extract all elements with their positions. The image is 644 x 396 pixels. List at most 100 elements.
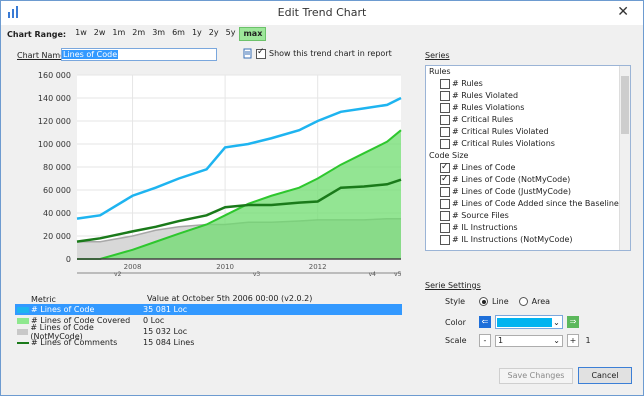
y-tick-label: 120 000 bbox=[38, 117, 71, 126]
series-item[interactable]: # Critical Rules Violations bbox=[426, 138, 630, 150]
series-item-checkbox[interactable] bbox=[440, 223, 450, 233]
series-item-label: # Rules bbox=[452, 79, 483, 88]
scale-row: Scale - 1 ⌄ + 1 bbox=[445, 334, 593, 347]
scale-plus-button[interactable]: + bbox=[567, 334, 579, 347]
color-prev-icon[interactable]: ⇐ bbox=[479, 316, 491, 328]
series-title: Series bbox=[425, 51, 450, 60]
series-group-header: Code Size bbox=[429, 151, 469, 160]
series-item-label: # Lines of Code Added since the Baseline bbox=[452, 199, 619, 208]
color-row: Color ⇐ ⌄ ⇒ bbox=[445, 315, 579, 329]
series-item-checkbox[interactable] bbox=[440, 115, 450, 125]
series-item-checkbox[interactable] bbox=[440, 187, 450, 197]
close-icon[interactable]: ✕ bbox=[617, 4, 629, 20]
legend-metric-value: 15 084 Lines bbox=[143, 338, 195, 347]
legend-swatch bbox=[17, 306, 29, 313]
x-tick-label: 2008 bbox=[124, 263, 142, 271]
style-area-radio[interactable] bbox=[518, 297, 528, 306]
title-bar: Edit Trend Chart ✕ bbox=[1, 1, 643, 25]
series-item[interactable]: # Lines of Code (JustMyCode) bbox=[426, 186, 630, 198]
series-item[interactable]: # Rules Violations bbox=[426, 102, 630, 114]
series-item-checkbox[interactable] bbox=[440, 235, 450, 245]
style-line-radio[interactable] bbox=[479, 297, 488, 306]
series-item-checkbox[interactable] bbox=[440, 173, 450, 185]
series-item[interactable]: # Lines of Code Added since the Baseline bbox=[426, 198, 630, 210]
series-item[interactable]: # Rules Violated bbox=[426, 90, 630, 102]
series-item-checkbox[interactable] bbox=[440, 139, 450, 149]
series-item-label: # Critical Rules bbox=[452, 115, 514, 124]
range-option[interactable]: max bbox=[239, 27, 267, 41]
report-icon bbox=[243, 48, 252, 59]
range-option[interactable]: 1y bbox=[189, 27, 205, 39]
legend-row[interactable]: # Lines of Code (NotMyCode) 15 032 Loc bbox=[15, 323, 402, 341]
series-item-checkbox[interactable] bbox=[440, 91, 450, 101]
series-item-checkbox[interactable] bbox=[440, 103, 450, 113]
window-title: Edit Trend Chart bbox=[277, 6, 367, 19]
series-item-label: # Lines of Code bbox=[452, 163, 516, 172]
range-option[interactable]: 2y bbox=[206, 27, 222, 39]
style-line-label: Line bbox=[492, 297, 509, 306]
y-tick-label: 40 000 bbox=[43, 209, 71, 218]
series-item[interactable]: # Critical Rules Violated bbox=[426, 126, 630, 138]
color-label: Color bbox=[445, 317, 466, 327]
style-row: Style Line Area bbox=[445, 297, 550, 306]
save-changes-button[interactable]: Save Changes bbox=[499, 368, 573, 384]
series-item[interactable]: # IL Instructions bbox=[426, 222, 630, 234]
series-item[interactable]: # IL Instructions (NotMyCode) bbox=[426, 234, 630, 246]
series-item-label: # IL Instructions bbox=[452, 223, 518, 232]
series-item-checkbox[interactable] bbox=[440, 127, 450, 137]
chart-range-bar: Chart Range: 1w 2w 1m 2m 3m 6m 1y 2y 5y max bbox=[7, 27, 267, 41]
range-option[interactable]: 3m bbox=[149, 27, 168, 39]
version-label: v4 bbox=[369, 271, 377, 278]
y-tick-label: 100 000 bbox=[38, 140, 71, 149]
trend-chart[interactable]: 0 20 000 40 000 60 000 80 000 100 000 120 000 1… bbox=[13, 67, 403, 283]
legend-swatch bbox=[17, 328, 29, 335]
y-tick-label: 160 000 bbox=[38, 71, 71, 80]
scale-value: 1 bbox=[498, 335, 504, 345]
legend-metric-value: 15 032 Loc bbox=[143, 327, 188, 336]
scale-minus-button[interactable]: - bbox=[479, 334, 491, 347]
legend-table: Metric Value at October 5th 2006 00:00 (… bbox=[15, 294, 402, 348]
legend-row[interactable]: # Lines of Comments 15 084 Lines bbox=[15, 337, 402, 348]
series-item-checkbox[interactable] bbox=[440, 79, 450, 89]
legend-col-value: Value at October 5th 2006 00:00 (v2.0.2) bbox=[147, 294, 313, 303]
x-tick-label: 2012 bbox=[309, 263, 327, 271]
scale-select[interactable]: 1 ⌄ bbox=[495, 334, 563, 347]
series-item-label: # Critical Rules Violated bbox=[452, 127, 549, 136]
legend-metric-name: # Lines of Code bbox=[31, 305, 95, 314]
series-item[interactable]: # Rules bbox=[426, 78, 630, 90]
range-option[interactable]: 2m bbox=[129, 27, 148, 39]
series-item[interactable]: # Critical Rules bbox=[426, 114, 630, 126]
color-select[interactable]: ⌄ bbox=[495, 315, 563, 329]
version-label: v5 bbox=[394, 271, 402, 278]
range-option[interactable]: 2w bbox=[91, 27, 109, 39]
chart-name-value: Lines of Code bbox=[62, 50, 119, 59]
chart-name-input[interactable]: Lines of Code bbox=[61, 48, 217, 61]
series-scrollbar[interactable] bbox=[619, 66, 630, 250]
y-tick-label: 80 000 bbox=[43, 163, 71, 172]
series-item-checkbox[interactable] bbox=[440, 161, 450, 173]
series-item[interactable]: # Lines of Code bbox=[426, 161, 630, 174]
y-tick-label: 60 000 bbox=[43, 186, 71, 195]
series-item-checkbox[interactable] bbox=[440, 199, 450, 209]
series-list[interactable]: Rules # Rules # Rules Violated # Rules Viol… bbox=[425, 65, 631, 251]
cancel-button[interactable]: Cancel bbox=[578, 367, 632, 384]
show-in-report-label: Show this trend chart in report bbox=[269, 49, 392, 58]
series-item-label: # Lines of Code (NotMyCode) bbox=[452, 175, 571, 184]
legend-row[interactable]: # Lines of Code 35 081 Loc bbox=[15, 304, 402, 315]
series-item-checkbox[interactable] bbox=[440, 211, 450, 221]
show-in-report-box[interactable] bbox=[256, 47, 266, 59]
range-option[interactable]: 1w bbox=[72, 27, 90, 39]
range-option[interactable]: 6m bbox=[169, 27, 188, 39]
legend-metric-value: 0 Loc bbox=[143, 316, 165, 325]
series-item[interactable]: # Source Files bbox=[426, 210, 630, 222]
color-next-icon[interactable]: ⇒ bbox=[567, 316, 579, 328]
series-item[interactable]: # Lines of Code (NotMyCode) bbox=[426, 173, 630, 186]
range-option[interactable]: 1m bbox=[109, 27, 128, 39]
version-label: v2 bbox=[114, 271, 122, 278]
x-tick-label: 2010 bbox=[216, 263, 234, 271]
chart-name-label: Chart Name bbox=[17, 51, 66, 60]
range-option[interactable]: 5y bbox=[223, 27, 239, 39]
scrollbar-thumb[interactable] bbox=[621, 76, 629, 134]
serie-settings-title: Serie Settings bbox=[425, 281, 481, 290]
show-in-report-checkbox[interactable]: Show this trend chart in report bbox=[243, 47, 392, 59]
